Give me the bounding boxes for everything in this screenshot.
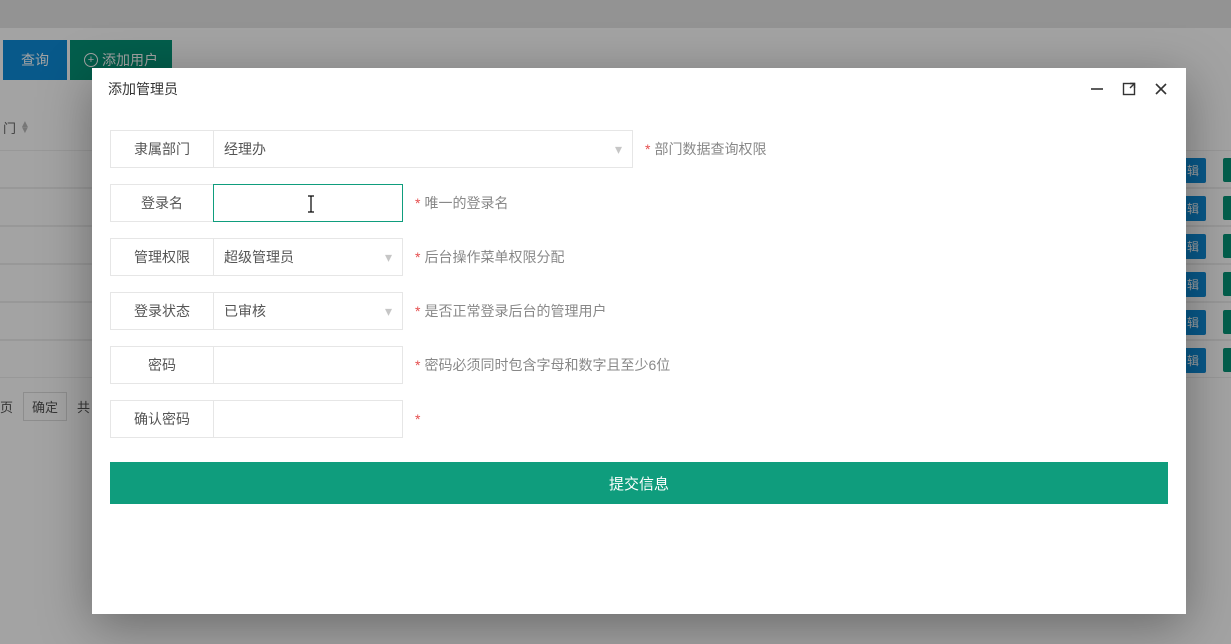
help-password-confirm: * — [415, 411, 424, 427]
select-status-value: 已审核 — [224, 301, 266, 321]
row-password-confirm: 确认密码 * — [110, 400, 1168, 438]
input-login-wrapper — [213, 184, 403, 222]
label-status: 登录状态 — [110, 292, 214, 330]
label-password-confirm: 确认密码 — [110, 400, 214, 438]
chevron-down-icon: ▾ — [385, 249, 392, 266]
label-department: 隶属部门 — [110, 130, 214, 168]
minimize-icon[interactable] — [1088, 80, 1106, 98]
row-status: 登录状态 已审核 ▾ *是否正常登录后台的管理用户 — [110, 292, 1168, 330]
help-department: *部门数据查询权限 — [645, 139, 766, 159]
modal-body: 隶属部门 经理办 ▾ *部门数据查询权限 登录名 *唯一的登录名 管理权限 — [92, 110, 1186, 504]
add-admin-modal: 添加管理员 隶属部门 经理办 ▾ *部门数据查询权限 登录名 — [92, 68, 1186, 614]
help-permission: *后台操作菜单权限分配 — [415, 247, 564, 267]
chevron-down-icon: ▾ — [385, 303, 392, 320]
select-permission-value: 超级管理员 — [224, 247, 294, 267]
row-department: 隶属部门 经理办 ▾ *部门数据查询权限 — [110, 130, 1168, 168]
row-password: 密码 *密码必须同时包含字母和数字且至少6位 — [110, 346, 1168, 384]
label-permission: 管理权限 — [110, 238, 214, 276]
submit-button[interactable]: 提交信息 — [110, 462, 1168, 504]
select-status[interactable]: 已审核 ▾ — [213, 292, 403, 330]
input-password-wrapper — [213, 346, 403, 384]
modal-title: 添加管理员 — [108, 79, 178, 99]
maximize-icon[interactable] — [1120, 80, 1138, 98]
help-password: *密码必须同时包含字母和数字且至少6位 — [415, 355, 670, 375]
modal-header: 添加管理员 — [92, 68, 1186, 110]
input-password-confirm-wrapper — [213, 400, 403, 438]
row-login: 登录名 *唯一的登录名 — [110, 184, 1168, 222]
row-permission: 管理权限 超级管理员 ▾ *后台操作菜单权限分配 — [110, 238, 1168, 276]
select-permission[interactable]: 超级管理员 ▾ — [213, 238, 403, 276]
help-login: *唯一的登录名 — [415, 193, 508, 213]
select-department[interactable]: 经理办 ▾ — [213, 130, 633, 168]
input-login[interactable] — [214, 185, 402, 221]
chevron-down-icon: ▾ — [615, 141, 622, 158]
input-password-confirm[interactable] — [214, 401, 402, 437]
help-status: *是否正常登录后台的管理用户 — [415, 301, 606, 321]
close-icon[interactable] — [1152, 80, 1170, 98]
label-login: 登录名 — [110, 184, 214, 222]
select-department-value: 经理办 — [224, 139, 266, 159]
input-password[interactable] — [214, 347, 402, 383]
label-password: 密码 — [110, 346, 214, 384]
